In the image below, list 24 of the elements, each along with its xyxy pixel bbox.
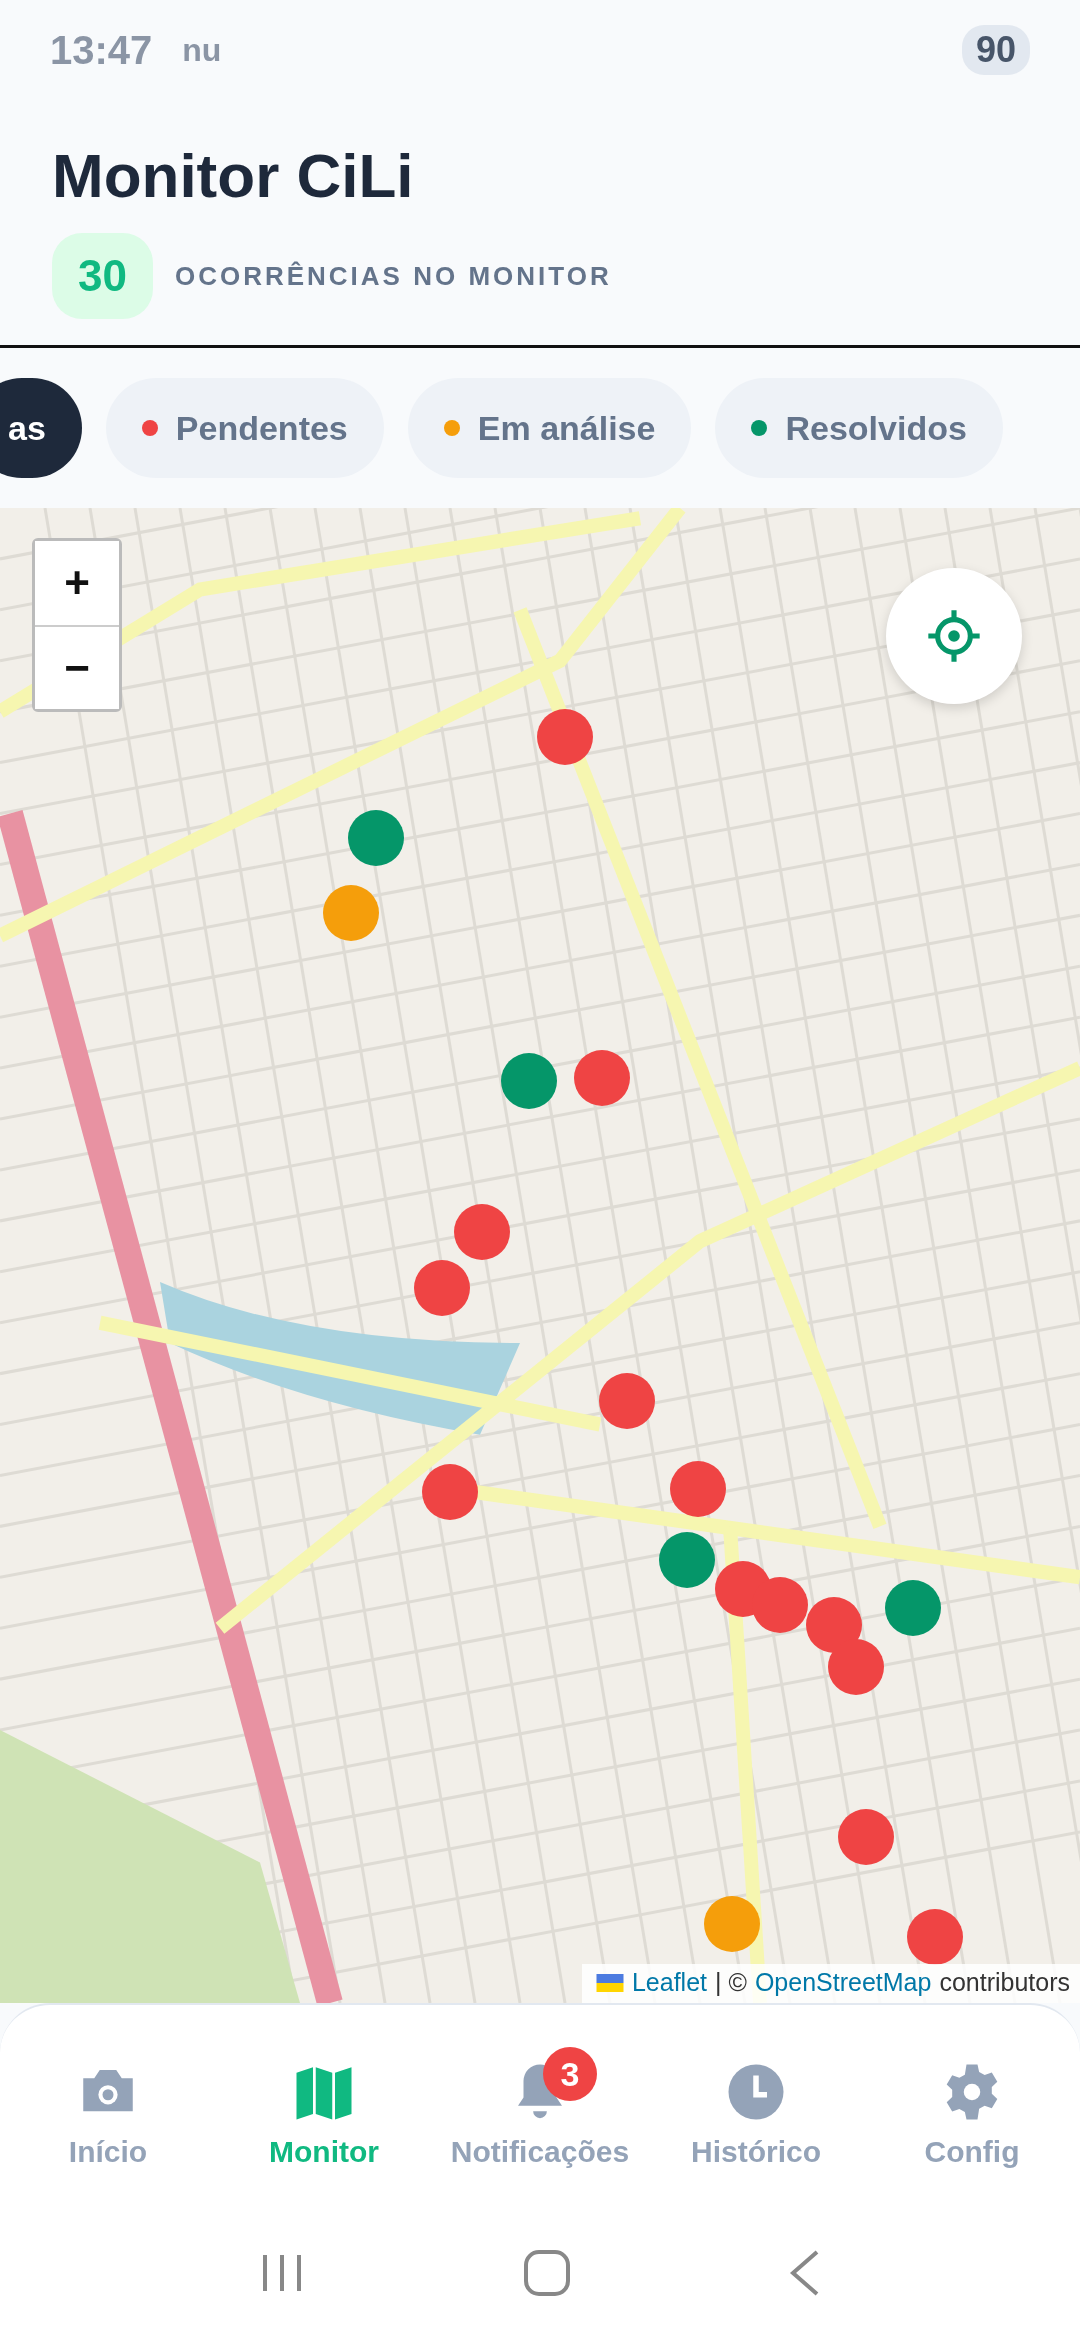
count-badge: 30: [52, 233, 153, 319]
nav-tab[interactable]: Monitor: [219, 2035, 429, 2175]
count-label: OCORRÊNCIAS NO MONITOR: [174, 260, 612, 292]
zoom-out-button[interactable]: −: [35, 625, 119, 709]
page-title: Monitor CiLi: [52, 140, 415, 211]
battery-indicator: 90: [961, 25, 1030, 75]
leaflet-link[interactable]: Leaflet: [631, 1968, 707, 1997]
home-icon[interactable]: [522, 2247, 572, 2298]
filter-chip[interactable]: Em análise: [407, 378, 692, 478]
nav-tab[interactable]: Config: [867, 2035, 1077, 2175]
notification-text: nu: [182, 31, 222, 69]
crosshair-icon: [926, 608, 982, 664]
filter-chip[interactable]: Pendentes: [105, 378, 384, 478]
nav-tab[interactable]: Histórico: [651, 2035, 861, 2175]
attribution-text: contributors: [939, 1968, 1070, 1997]
flag-icon: [595, 1973, 624, 1992]
filter-chip[interactable]: Resolvidos: [715, 378, 1003, 478]
notification-badge: 3: [543, 2047, 597, 2101]
filter-chip[interactable]: as: [0, 378, 82, 478]
attribution-separator: | ©: [715, 1968, 747, 1997]
openstreetmap-link[interactable]: OpenStreetMap: [754, 1968, 932, 1997]
nav-tab[interactable]: 3 Notificações: [435, 2035, 645, 2175]
nav-tab[interactable]: Início: [3, 2035, 213, 2175]
status-time: 13:47: [50, 27, 153, 73]
